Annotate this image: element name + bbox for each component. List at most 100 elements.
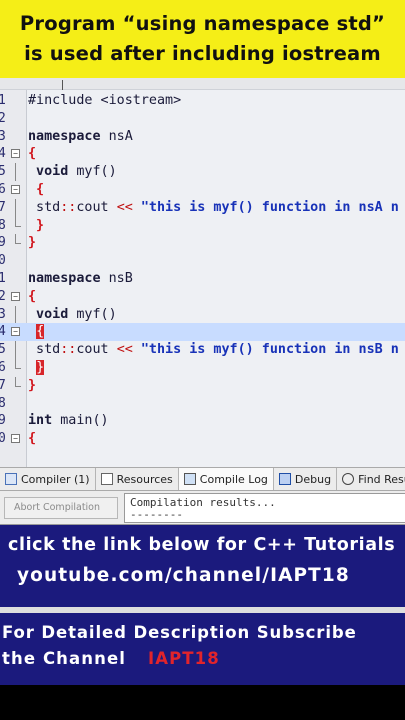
subscribe-banner-line-2: the Channel IAPT18: [2, 649, 220, 668]
code-token: myf(): [68, 306, 117, 322]
code-line[interactable]: 4− {: [0, 323, 405, 342]
code-line[interactable]: 9}: [0, 234, 405, 252]
code-token: cout: [76, 199, 117, 215]
code-token: "this is myf() function in nsA n: [132, 199, 399, 215]
code-line[interactable]: 8: [0, 395, 405, 413]
subscribe-banner-text: the Channel: [2, 649, 126, 668]
abort-compilation-button[interactable]: Abort Compilation: [4, 497, 118, 519]
code-token: {: [28, 431, 37, 447]
code-token: #include <iostream>: [28, 93, 182, 108]
code-line[interactable]: 8 }: [0, 216, 405, 235]
code-token: }: [28, 377, 37, 393]
channel-link[interactable]: youtube.com/channel/IAPT18: [17, 565, 350, 586]
code-token: void: [28, 164, 69, 180]
code-line[interactable]: 9 int main(): [0, 412, 405, 430]
fold-toggle-icon[interactable]: −: [11, 185, 20, 194]
fold-end-guide: [15, 216, 21, 227]
line-number: 6: [0, 360, 6, 375]
video-caption: Program “using namespace std” is used af…: [0, 0, 405, 78]
code-line[interactable]: 2: [0, 110, 405, 128]
code-line[interactable]: 3 void myf(): [0, 305, 405, 324]
line-number: 2: [0, 288, 6, 304]
code-token: std: [28, 199, 61, 215]
line-number: 8: [0, 217, 6, 233]
tab-label: Find Results: [358, 472, 405, 486]
code-line[interactable]: 2−{: [0, 288, 405, 306]
fold-guide: [15, 305, 16, 324]
code-text: {: [28, 145, 36, 163]
code-line[interactable]: 5 void myf(): [0, 163, 405, 182]
tab-label: Debug: [294, 472, 332, 486]
code-token: {: [28, 146, 37, 162]
code-line[interactable]: 3 namespace nsA: [0, 128, 405, 146]
compiler-icon: [5, 473, 17, 485]
line-number: 1: [0, 93, 6, 108]
tab-compiler[interactable]: Compiler (1): [0, 468, 96, 490]
code-token: nsB: [100, 271, 133, 286]
code-line[interactable]: 1 namespace nsB: [0, 270, 405, 288]
code-line[interactable]: 0: [0, 252, 405, 270]
code-token: {: [28, 288, 37, 304]
code-text: std::cout << "this is myf() function in …: [28, 341, 399, 359]
code-line[interactable]: 7 std::cout << "this is myf() function i…: [0, 198, 405, 217]
code-token: namespace: [28, 271, 101, 286]
channel-name: IAPT18: [148, 649, 220, 668]
code-editor[interactable]: 1 #include <iostream> 2 3 namespace nsA 4−{5 …: [0, 78, 405, 467]
code-text: }: [28, 377, 36, 395]
line-number: 5: [0, 164, 6, 180]
code-token: "this is myf() function in nsB n: [132, 342, 399, 358]
line-number: 1: [0, 271, 6, 286]
tab-label: Compiler (1): [21, 472, 90, 486]
tutorial-banner-line-1: click the link below for C++ Tutorials: [8, 535, 396, 555]
code-token: ::: [60, 342, 77, 358]
tab-label: Compile Log: [199, 472, 268, 486]
tab-compile-log[interactable]: Compile Log: [178, 468, 274, 490]
code-line[interactable]: 0−{: [0, 430, 405, 448]
compile-log-output[interactable]: Compilation results... --------: [124, 493, 405, 523]
fold-toggle-icon[interactable]: −: [11, 149, 20, 159]
editor-ruler: [0, 78, 405, 90]
debug-icon: [278, 473, 291, 485]
code-token: }: [28, 235, 37, 251]
code-token: {: [28, 182, 45, 197]
code-line[interactable]: 6− {: [0, 181, 405, 199]
line-number: 2: [0, 110, 6, 126]
code-line[interactable]: 5 std::cout << "this is myf() function i…: [0, 341, 405, 360]
code-text: void myf(): [28, 163, 117, 181]
line-number: 9: [0, 413, 6, 429]
code-text: {: [28, 323, 45, 341]
code-text: int main(): [28, 412, 109, 430]
line-number: 8: [0, 395, 6, 411]
code-text: }: [28, 234, 36, 252]
line-number: 5: [0, 342, 6, 358]
line-number: 9: [0, 235, 6, 251]
code-token: <<: [116, 342, 133, 358]
fold-toggle-icon[interactable]: −: [11, 291, 20, 301]
code-line[interactable]: 1 #include <iostream>: [0, 92, 405, 110]
code-text: namespace nsA: [28, 128, 133, 146]
code-line[interactable]: 7}: [0, 376, 405, 395]
tab-resources[interactable]: Resources: [95, 468, 179, 490]
find-icon: [342, 473, 355, 485]
fold-toggle-icon[interactable]: −: [11, 327, 20, 337]
tutorial-banner: click the link below for C++ Tutorials y…: [0, 525, 405, 607]
fold-toggle-icon[interactable]: −: [11, 434, 20, 444]
code-token: std: [28, 342, 61, 358]
code-text: {: [28, 288, 36, 306]
code-token: ::: [60, 199, 77, 215]
fold-end-guide: [15, 376, 21, 387]
line-number: 7: [0, 199, 6, 215]
tab-find-results[interactable]: Find Results: [337, 468, 405, 490]
code-text: {: [28, 181, 44, 199]
code-text: {: [28, 430, 36, 448]
compile-log-panel: Abort Compilation Compilation results...…: [0, 491, 405, 525]
code-token: namespace: [28, 128, 101, 144]
code-line[interactable]: 4−{: [0, 145, 405, 163]
code-token: cout: [76, 342, 117, 358]
code-line[interactable]: 6 }: [0, 359, 405, 377]
code-token: }: [36, 360, 45, 375]
line-number: 4: [0, 324, 6, 340]
tab-debug[interactable]: Debug: [273, 468, 338, 490]
code-token: nsA: [100, 128, 133, 144]
code-token: int: [28, 413, 53, 429]
